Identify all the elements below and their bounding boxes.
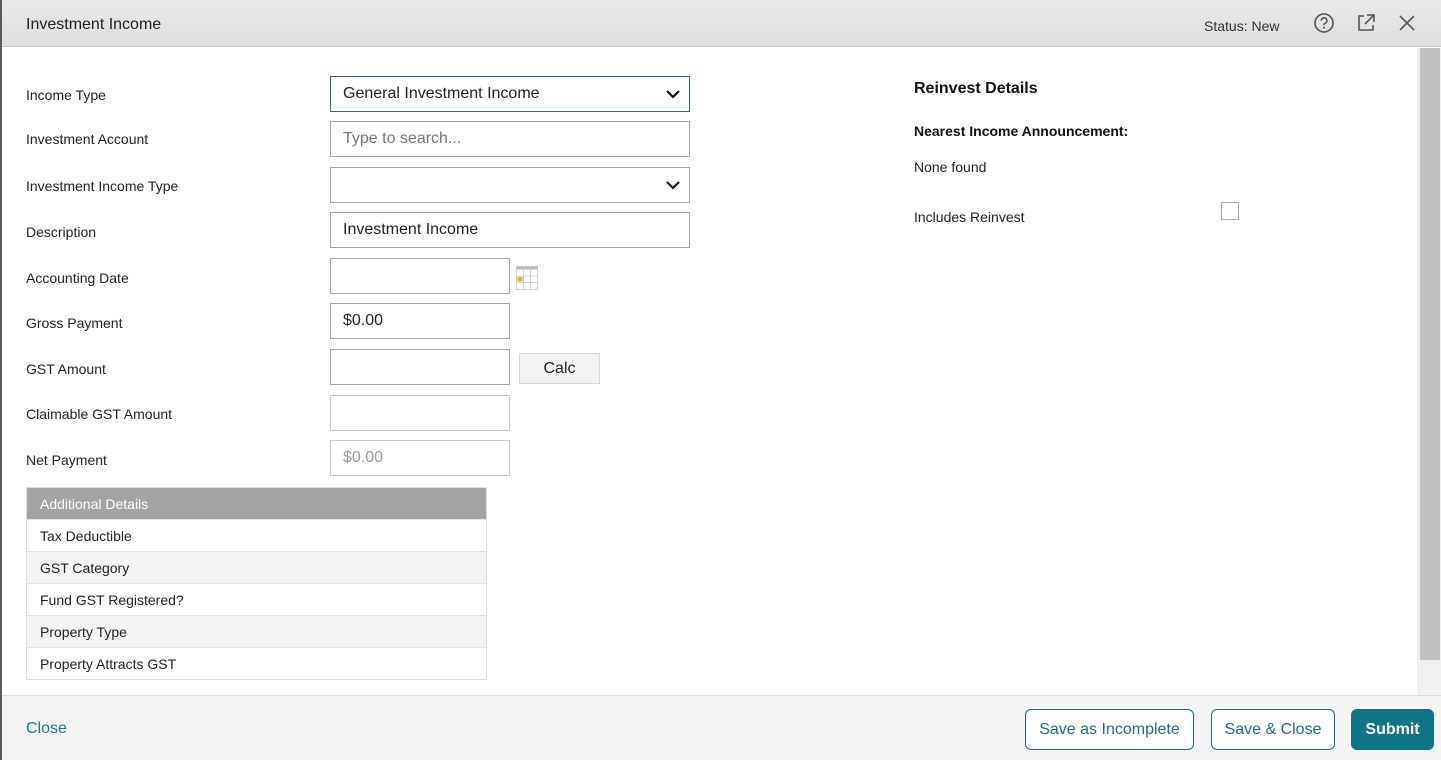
vertical-scrollbar[interactable]: [1417, 48, 1441, 695]
investment-income-type-label: Investment Income Type: [26, 178, 179, 194]
description-value: Investment Income: [343, 221, 479, 238]
scrollbar-thumb[interactable]: [1420, 48, 1440, 660]
reinvest-details-heading: Reinvest Details: [914, 80, 1038, 97]
claimable-gst-amount-input[interactable]: [330, 395, 510, 431]
save-and-close-button[interactable]: Save & Close: [1211, 709, 1335, 750]
accounting-date-label: Accounting Date: [26, 270, 129, 286]
dialog-footer: Close Save as Incomplete Save & Close Su…: [2, 695, 1441, 760]
calc-button[interactable]: Calc: [519, 353, 600, 384]
net-payment-input: $0.00: [330, 440, 510, 476]
income-type-select[interactable]: General Investment Income: [330, 76, 690, 112]
calendar-icon[interactable]: [516, 266, 538, 290]
income-type-value: General Investment Income: [343, 85, 540, 102]
dialog-header: Investment Income Status: New: [2, 0, 1441, 47]
description-input[interactable]: Investment Income: [330, 212, 690, 248]
net-payment-value: $0.00: [343, 449, 384, 466]
gross-payment-label: Gross Payment: [26, 315, 123, 331]
nearest-income-announcement-value: None found: [914, 159, 987, 175]
description-label: Description: [26, 224, 97, 240]
chevron-down-icon: [666, 181, 680, 190]
additional-details-panel: Additional Details Tax Deductible GST Ca…: [26, 487, 487, 680]
gst-amount-label: GST Amount: [26, 361, 106, 377]
investment-account-label: Investment Account: [26, 131, 149, 147]
additional-details-row[interactable]: Tax Deductible: [27, 519, 486, 551]
investment-account-input[interactable]: Type to search...: [330, 121, 690, 157]
investment-income-type-select[interactable]: [330, 167, 690, 203]
gst-amount-input[interactable]: [330, 349, 510, 385]
gross-payment-input[interactable]: $0.00: [330, 303, 510, 339]
close-link[interactable]: Close: [26, 720, 67, 738]
submit-button[interactable]: Submit: [1351, 709, 1434, 750]
accounting-date-input[interactable]: [330, 258, 510, 294]
nearest-income-announcement-label: Nearest Income Announcement:: [914, 123, 1129, 139]
save-as-incomplete-button[interactable]: Save as Incomplete: [1025, 709, 1194, 750]
includes-reinvest-label: Includes Reinvest: [914, 209, 1025, 225]
income-type-label: Income Type: [26, 87, 106, 103]
dialog-title: Investment Income: [26, 16, 162, 33]
status-badge: Status: New: [1204, 18, 1280, 34]
additional-details-row[interactable]: Property Type: [27, 615, 486, 647]
claimable-gst-amount-label: Claimable GST Amount: [26, 406, 173, 422]
investment-income-dialog: Investment Income Status: New Income Typ…: [2, 0, 1441, 760]
net-payment-label: Net Payment: [26, 452, 107, 468]
additional-details-row[interactable]: Fund GST Registered?: [27, 583, 486, 615]
chevron-down-icon: [666, 90, 680, 99]
help-icon[interactable]: [1313, 12, 1335, 34]
includes-reinvest-checkbox[interactable]: [1221, 202, 1239, 220]
close-icon[interactable]: [1396, 12, 1418, 34]
additional-details-row[interactable]: Property Attracts GST: [27, 647, 486, 679]
additional-details-row[interactable]: GST Category: [27, 551, 486, 583]
investment-account-placeholder: Type to search...: [343, 130, 462, 147]
gross-payment-value: $0.00: [343, 312, 384, 329]
additional-details-header: Additional Details: [27, 488, 486, 519]
popout-icon[interactable]: [1355, 12, 1377, 34]
